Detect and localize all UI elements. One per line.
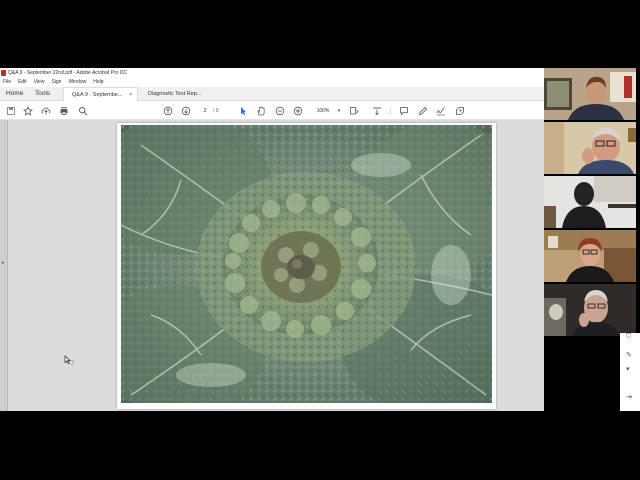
chevron-right-icon[interactable]: ▸ [2, 260, 5, 266]
fit-page-icon[interactable] [349, 106, 359, 116]
menu-bar: File Edit View Sign Window Help [0, 78, 544, 87]
menu-file[interactable]: File [3, 78, 11, 87]
tab-label: Q&A 9 - Septembe... [72, 92, 123, 98]
participant-tile-2[interactable] [544, 122, 636, 174]
title-bar: Q&A 9 - September 22nd.pdf - Adobe Acrob… [0, 68, 544, 78]
search-icon[interactable] [78, 106, 88, 116]
mouse-cursor-icon [64, 355, 74, 365]
hand-icon[interactable] [256, 106, 266, 116]
chevron-down-icon[interactable]: ▾ [334, 106, 344, 116]
sign-icon[interactable] [436, 106, 446, 116]
participant-tile-4[interactable] [544, 230, 636, 282]
acrobat-right-tools-strip: ⛉ ✎ ▾ ⇥ [620, 333, 640, 411]
zoom-level-select[interactable]: 100% [312, 107, 334, 115]
zoom-in-icon[interactable] [293, 106, 303, 116]
scroll-icon[interactable] [372, 106, 382, 116]
shield-icon[interactable]: ⛉ [626, 333, 631, 341]
comment-icon[interactable] [399, 106, 409, 116]
acrobat-logo-icon [1, 70, 6, 76]
select-arrow-icon[interactable] [238, 106, 248, 116]
tab-tools[interactable]: Tools [35, 87, 50, 101]
acrobat-window: Q&A 9 - September 22nd.pdf - Adobe Acrob… [0, 68, 544, 411]
tab-home[interactable]: Home [6, 87, 23, 101]
pdf-page [117, 123, 496, 409]
toolbar: 2 / 9 100% ▾ [0, 102, 544, 120]
upload-icon[interactable] [41, 106, 51, 116]
window-title: Q&A 9 - September 22nd.pdf - Adobe Acrob… [8, 70, 127, 76]
participant-tile-5[interactable] [544, 284, 636, 336]
tools-panel-icon[interactable]: ⇥ [626, 393, 632, 401]
menu-help[interactable]: Help [93, 78, 103, 87]
edit-pdf-icon[interactable]: ✎ [626, 351, 632, 359]
print-icon[interactable] [59, 106, 69, 116]
navigation-pane-toggle[interactable]: ▸ [0, 120, 8, 411]
participant-tile-3[interactable] [544, 176, 636, 228]
close-tab-icon[interactable]: × [129, 88, 132, 101]
tab-diagnostic-test[interactable]: Diagnostic Test Rep... [140, 87, 212, 101]
stamp-icon[interactable] [455, 106, 465, 116]
chevron-down-icon[interactable]: ▾ [626, 365, 630, 373]
page-number-input[interactable]: 2 [198, 107, 212, 115]
savoy-cabbage-photo [121, 125, 492, 403]
save-icon[interactable] [6, 106, 16, 116]
page-total: / 9 [213, 108, 219, 114]
bookmark-star-icon[interactable] [23, 106, 33, 116]
tab-label: Diagnostic Test Rep... [148, 91, 202, 97]
tab-bar: Home Tools Q&A 9 - Septembe... × Diagnos… [0, 87, 544, 101]
page-down-icon[interactable] [181, 106, 191, 116]
menu-view[interactable]: View [34, 78, 45, 87]
page-up-icon[interactable] [163, 106, 173, 116]
participant-tile-1[interactable] [544, 68, 636, 120]
menu-edit[interactable]: Edit [18, 78, 27, 87]
zoom-out-icon[interactable] [275, 106, 285, 116]
menu-sign[interactable]: Sign [51, 78, 61, 87]
tab-qa9-document[interactable]: Q&A 9 - Septembe... × [63, 87, 138, 101]
pen-icon[interactable] [418, 106, 428, 116]
toolbar-divider [390, 107, 391, 115]
menu-window[interactable]: Window [68, 78, 86, 87]
